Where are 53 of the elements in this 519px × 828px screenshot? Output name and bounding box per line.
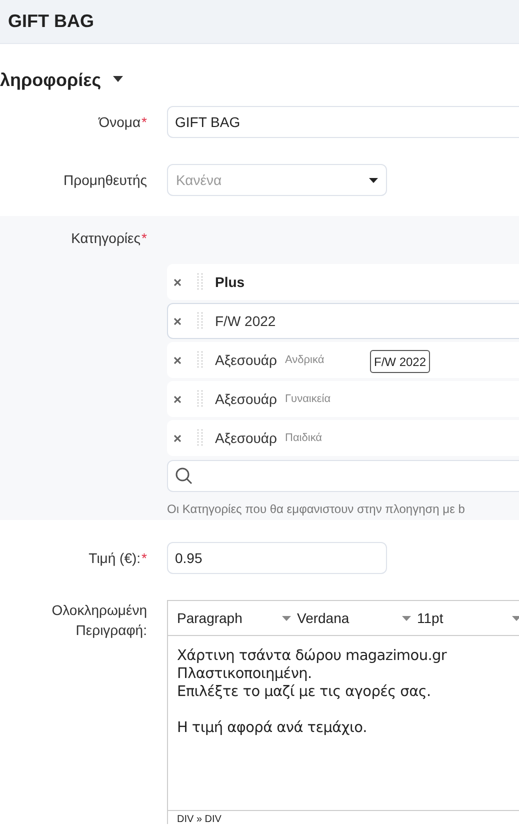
remove-icon[interactable]: [174, 434, 181, 442]
category-row[interactable]: Αξεσουάρ Παιδικά: [167, 420, 519, 456]
search-icon: [175, 467, 193, 485]
required-mark: *: [142, 114, 147, 130]
category-name: Αξεσουάρ: [215, 428, 277, 448]
drag-handle-icon[interactable]: [197, 390, 203, 408]
caret-icon: [402, 616, 411, 620]
remove-icon[interactable]: [174, 278, 181, 286]
category-parent: Παιδικά: [285, 430, 322, 446]
category-parent: Ανδρικά: [285, 352, 324, 368]
search-field[interactable]: [167, 460, 519, 492]
select-placeholder: Κανένα: [176, 170, 222, 190]
category-row[interactable]: F/W 2022: [167, 303, 519, 339]
category-name: F/W 2022: [215, 312, 276, 330]
caret-icon: [512, 616, 519, 620]
field-label: Ολοκληρωμένη Περιγραφή:: [52, 602, 147, 638]
toolbar-dropdown[interactable]: 11pt: [417, 608, 519, 628]
drag-handle-icon[interactable]: [197, 350, 203, 370]
required-mark: *: [142, 550, 147, 566]
drag-handle-icon[interactable]: [197, 312, 203, 330]
element-path: DIV » DIV: [177, 814, 222, 825]
drag-handle-icon[interactable]: [197, 272, 203, 292]
caret-icon[interactable]: [113, 76, 124, 82]
editor-text-line: Επιλέξτε το μαζί με τις αγορές σας.: [177, 683, 432, 701]
category-row[interactable]: Plus: [167, 264, 519, 300]
field-label: Προμηθευτής: [64, 172, 147, 188]
section-title: ληροφορίες: [0, 68, 102, 92]
category-row[interactable]: Αξεσουάρ Γυναικεία: [167, 381, 519, 417]
caret-icon: [369, 178, 378, 182]
rich-text-editor[interactable]: Paragraph Verdana 11pt Χάρτινη τσάντα δώρου magazimou.gr Πλαστικοποιημένη. Επιλέξτε το μαζί με τις αγορές σας. Η τιμή αφορά ανά τεμάχιο. DIV » DIV: [167, 600, 519, 824]
help-text: Οι Κατηγορίες που θα εμφανιστουν στην πλοηγηση με b: [167, 501, 466, 518]
editor-text-line: Πλαστικοποιημένη.: [177, 665, 313, 683]
field-label: Κατηγορίες: [71, 230, 141, 246]
editor-text-line: Χάρτινη τσάντα δώρου magazimou.gr: [177, 647, 448, 665]
required-mark: *: [142, 230, 147, 246]
tooltip: F/W 2022: [370, 350, 430, 373]
remove-icon[interactable]: [174, 318, 181, 324]
name-field[interactable]: GIFT BAG: [167, 106, 519, 138]
remove-icon[interactable]: [174, 396, 181, 402]
category-name: Plus: [215, 272, 245, 292]
editor-text-line: Η τιμή αφορά ανά τεμάχιο.: [177, 719, 368, 737]
category-name: Αξεσουάρ: [215, 390, 277, 409]
price-field[interactable]: 0.95: [167, 542, 387, 574]
caret-icon: [282, 616, 291, 620]
toolbar-dropdown[interactable]: Verdana: [297, 608, 417, 628]
category-name: Αξεσουάρ: [215, 350, 277, 370]
field-label: Όνομα: [98, 114, 141, 130]
drag-handle-icon[interactable]: [197, 428, 203, 448]
field-label: Τιμή (€):: [88, 550, 141, 566]
page-title: GIFT BAG: [8, 10, 94, 33]
category-parent: Γυναικεία: [285, 392, 331, 407]
remove-icon[interactable]: [174, 356, 181, 364]
toolbar-dropdown[interactable]: Paragraph: [177, 608, 297, 628]
